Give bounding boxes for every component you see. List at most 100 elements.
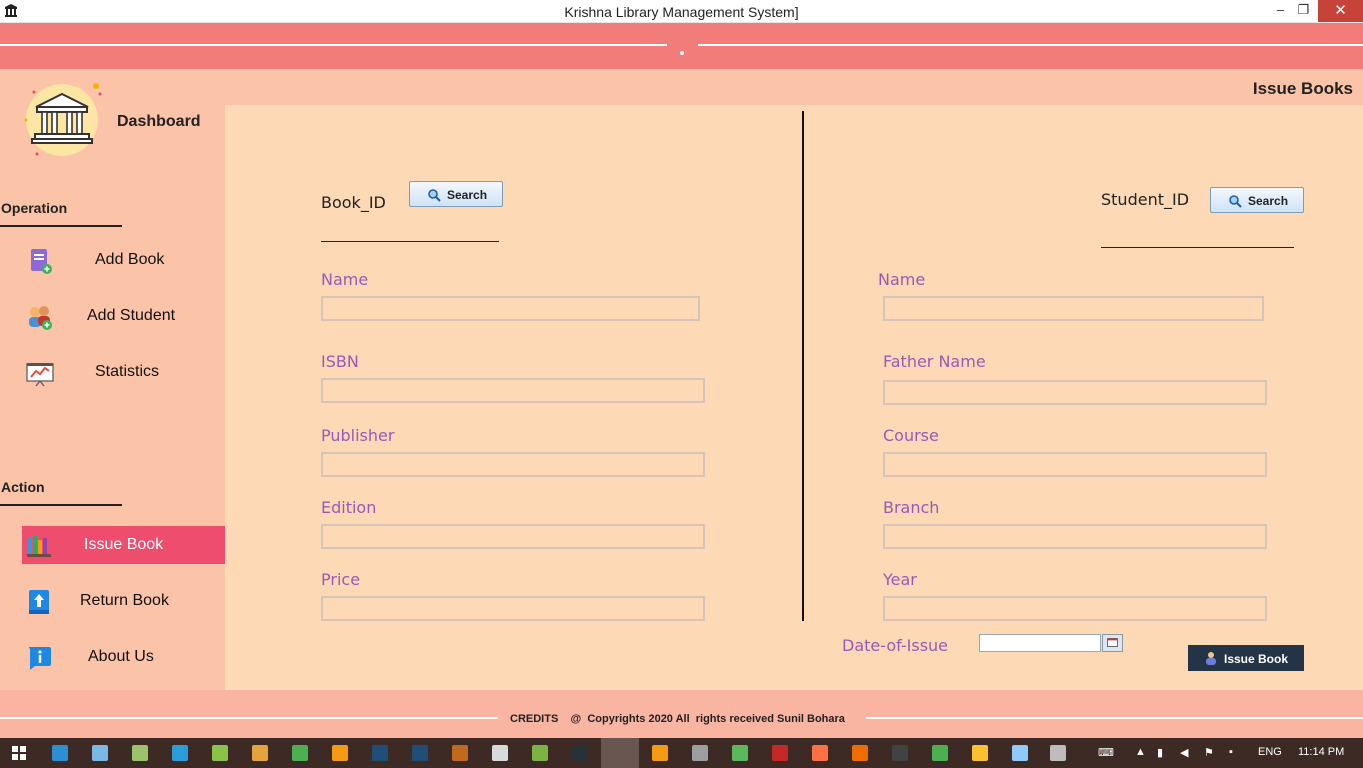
windows-start-icon[interactable] — [11, 745, 27, 761]
sidebar-item-label: Return Book — [80, 592, 169, 609]
book-id-input[interactable] — [321, 241, 499, 242]
book-name-label: Name — [321, 270, 369, 289]
book-edition-label: Edition — [321, 498, 377, 517]
sidebar-item-label: Issue Book — [84, 536, 164, 553]
colors-icon[interactable] — [252, 745, 268, 761]
chrome-icon[interactable] — [932, 745, 948, 761]
recorder-icon[interactable] — [812, 745, 828, 761]
year-label: Year — [883, 570, 917, 589]
search-app-icon[interactable] — [332, 745, 348, 761]
search-button-label: Search — [447, 188, 488, 202]
book-id-label: Book_ID — [321, 193, 386, 212]
editor-icon[interactable] — [732, 745, 748, 761]
father-name-label: Father Name — [883, 352, 986, 371]
terminal-icon[interactable] — [892, 745, 908, 761]
book-publisher-field[interactable] — [321, 452, 705, 477]
xampp-icon[interactable] — [852, 745, 868, 761]
media-icon[interactable] — [172, 745, 188, 761]
book-price-label: Price — [321, 570, 361, 589]
statistics-icon — [26, 363, 54, 387]
book-price-field[interactable] — [321, 596, 705, 621]
sidebar-item-about-us[interactable]: About Us — [22, 638, 225, 676]
photoshop-icon[interactable] — [372, 745, 388, 761]
photoshop-alt-icon[interactable] — [412, 745, 428, 761]
battery-icon[interactable]: ▪ — [1229, 746, 1233, 758]
issue-book-button[interactable]: Issue Book — [1188, 645, 1304, 671]
close-button[interactable]: ✕ — [1318, 0, 1363, 22]
after-effects-icon[interactable] — [692, 745, 708, 761]
notepad-plus-icon[interactable] — [132, 745, 148, 761]
window-title: Krishna Library Management System] — [564, 4, 799, 20]
language-indicator[interactable]: ENG — [1258, 746, 1282, 758]
sidebar-item-statistics[interactable]: Statistics — [22, 353, 225, 391]
return-book-icon — [29, 590, 49, 614]
sublime-icon[interactable] — [652, 745, 668, 761]
dreamweaver-icon[interactable] — [292, 745, 308, 761]
dashboard-label[interactable]: Dashboard — [117, 113, 201, 131]
title-bar: Krishna Library Management System] – ❐ ✕ — [0, 0, 1363, 23]
action-section-title: Action — [1, 479, 45, 495]
father-name-field[interactable] — [883, 380, 1267, 405]
sidebar-item-label: Add Student — [87, 307, 176, 324]
illustrator-icon[interactable] — [452, 745, 468, 761]
flag-icon[interactable]: ⚑ — [1204, 746, 1214, 759]
header-band — [0, 23, 1363, 69]
sidebar-item-return-book[interactable]: Return Book — [22, 582, 225, 620]
operation-section-title: Operation — [1, 200, 68, 216]
vertical-divider — [802, 111, 804, 621]
course-label: Course — [883, 426, 939, 445]
year-field[interactable] — [883, 596, 1267, 621]
android-icon[interactable] — [212, 745, 228, 761]
console-icon[interactable] — [572, 745, 588, 761]
book-search-button[interactable]: Search — [409, 181, 503, 207]
header-line-left — [0, 44, 667, 46]
issue-book-button-label: Issue Book — [1224, 652, 1289, 666]
sidebar-item-label: Statistics — [95, 363, 160, 380]
search-icon — [428, 189, 441, 202]
notepad-icon[interactable] — [1012, 745, 1028, 761]
student-id-input[interactable] — [1101, 247, 1294, 248]
volume-icon[interactable]: ◀ — [1180, 746, 1188, 759]
student-search-button[interactable]: Search — [1210, 187, 1304, 213]
taskbar: ⌨ ▲ ▮ ◀ ⚑ ▪ ENG 11:14 PM — [0, 738, 1363, 768]
header-line-right — [698, 44, 1363, 46]
operation-underline — [0, 225, 122, 227]
network-icon[interactable]: ▮ — [1157, 746, 1163, 759]
sidebar-item-add-student[interactable]: Add Student — [22, 297, 225, 335]
footer-line-right — [866, 717, 1363, 719]
explorer-icon[interactable] — [92, 745, 108, 761]
sidebar-item-label: Add Book — [95, 251, 165, 268]
book-publisher-label: Publisher — [321, 426, 395, 445]
compass-icon[interactable] — [972, 745, 988, 761]
internet-explorer-icon[interactable] — [52, 745, 68, 761]
course-field[interactable] — [883, 452, 1267, 477]
keyboard-icon[interactable]: ⌨ — [1098, 746, 1114, 759]
clock[interactable]: 11:14 PM — [1298, 746, 1344, 758]
maximize-button[interactable]: ❐ — [1290, 0, 1317, 22]
branch-label: Branch — [883, 498, 940, 517]
add-student-icon — [29, 306, 52, 330]
sidebar-item-add-book[interactable]: Add Book — [22, 241, 225, 279]
branch-field[interactable] — [883, 524, 1267, 549]
date-of-issue-label: Date-of-Issue — [842, 636, 949, 655]
library-taskbar-icon[interactable] — [1050, 745, 1066, 761]
footer-credits: CREDITS @ Copyrights 2020 All rights rec… — [510, 713, 845, 725]
date-of-issue-input[interactable] — [979, 634, 1101, 652]
date-picker-button[interactable] — [1102, 634, 1123, 652]
action-underline — [0, 504, 122, 506]
sidebar-item-label: About Us — [88, 648, 154, 665]
dial-icon[interactable] — [532, 745, 548, 761]
footer: CREDITS @ Copyrights 2020 All rights rec… — [0, 690, 1363, 738]
library-logo-icon[interactable] — [20, 80, 104, 160]
student-name-field[interactable] — [883, 296, 1264, 321]
book-edition-field[interactable] — [321, 524, 705, 549]
book-name-field[interactable] — [321, 296, 700, 321]
paint-icon[interactable] — [492, 745, 508, 761]
calendar-icon — [1107, 638, 1118, 647]
java-app-icon[interactable] — [601, 738, 639, 768]
show-hidden-icons[interactable]: ▲ — [1135, 746, 1146, 758]
filezilla-icon[interactable] — [772, 745, 788, 761]
sidebar-item-issue-book[interactable]: Issue Book — [22, 526, 225, 564]
book-isbn-field[interactable] — [321, 378, 705, 403]
search-icon — [1229, 195, 1242, 208]
